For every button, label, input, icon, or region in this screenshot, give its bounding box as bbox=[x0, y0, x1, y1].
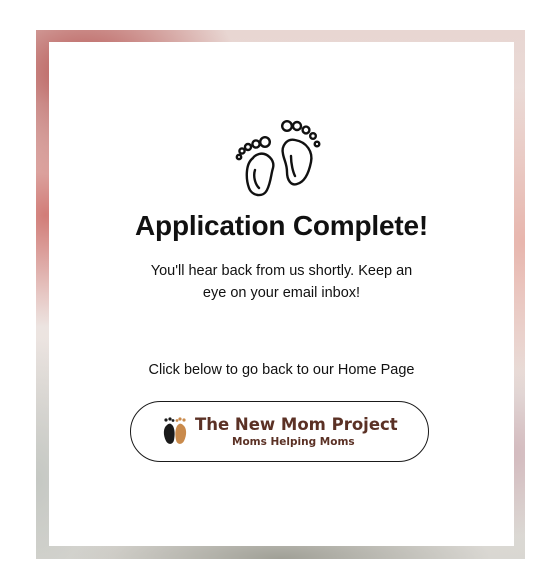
confirmation-card: Application Complete! You'll hear back f… bbox=[49, 42, 514, 546]
logo-title: The New Mom Project bbox=[195, 415, 398, 434]
baby-feet-logo-icon bbox=[163, 417, 187, 444]
page-title: Application Complete! bbox=[135, 210, 428, 241]
confirmation-message: You'll hear back from us shortly. Keep a… bbox=[150, 263, 413, 301]
logo-tagline: Moms Helping Moms bbox=[232, 436, 355, 448]
home-page-button[interactable]: The New Mom Project Moms Helping Moms bbox=[130, 401, 429, 462]
home-page-prompt: Click below to go back to our Home Page bbox=[148, 362, 415, 378]
baby-feet-icon bbox=[235, 119, 321, 197]
